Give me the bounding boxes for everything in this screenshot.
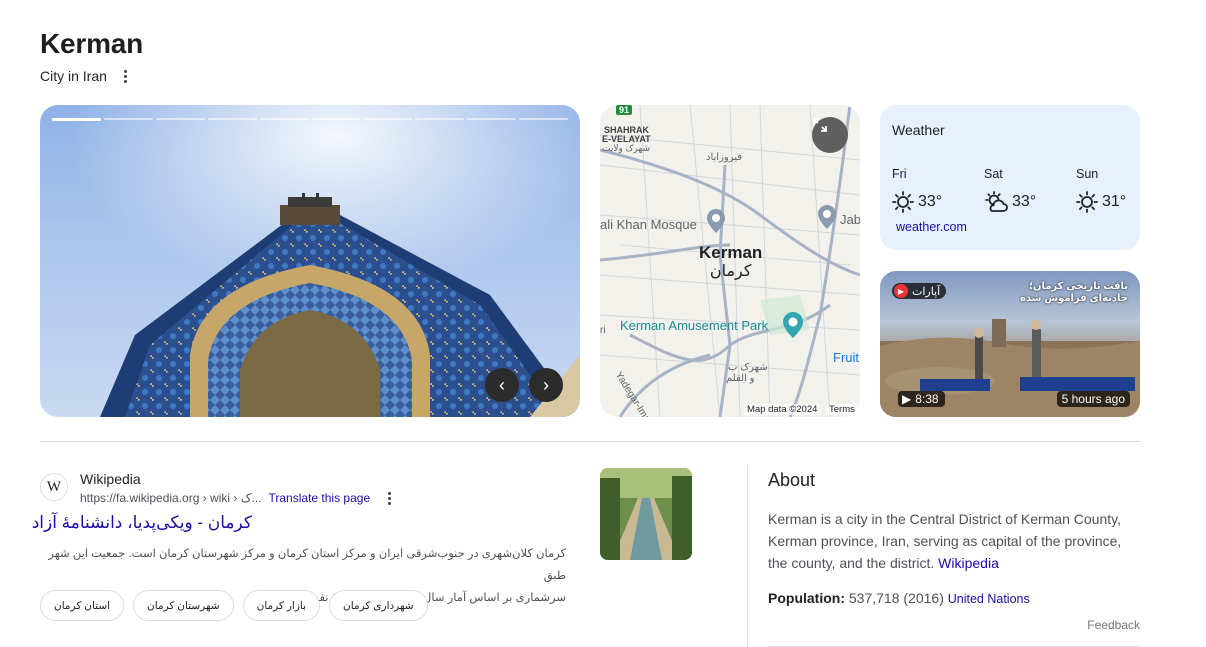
result-thumbnail[interactable] — [600, 468, 692, 560]
result-url[interactable]: https://fa.wikipedia.org › wiki › ک... — [80, 491, 262, 505]
weather-temp: 33° — [1012, 193, 1037, 210]
weather-fri: 33° — [892, 191, 942, 213]
weather-sun: 31° — [1076, 191, 1126, 213]
expand-icon — [813, 118, 827, 132]
population-source-link[interactable]: United Nations — [948, 592, 1030, 606]
video-source-badge: ▶ آپارات — [892, 283, 947, 299]
progress-segment — [467, 118, 517, 120]
more-options-icon[interactable] — [119, 68, 133, 84]
map-terms-link[interactable]: Terms — [826, 404, 858, 415]
map-label: شهرک ولایت — [602, 143, 651, 153]
video-duration: ▶ 8:38 — [898, 391, 945, 407]
hero-image-carousel[interactable]: ‹ › — [40, 105, 580, 417]
sun-icon — [892, 191, 914, 213]
progress-segment — [415, 118, 465, 120]
map-label: فیروزاباد — [706, 152, 743, 163]
video-card[interactable]: ▶ آپارات بافت تاریخی کرمان؛ جاذبه‌ای فرا… — [880, 271, 1140, 417]
progress-segment — [311, 118, 361, 120]
weather-title: Weather — [892, 122, 945, 138]
weather-day-sun: Sun — [1076, 167, 1099, 181]
entity-subtitle: City in Iran — [40, 68, 133, 84]
progress-segment — [259, 118, 309, 120]
video-source-name: آپارات — [912, 285, 941, 298]
result-source-name[interactable]: Wikipedia — [80, 471, 141, 487]
sun-icon — [1076, 191, 1098, 213]
map-poi-fruit: Fruit — [833, 350, 859, 365]
progress-segment — [103, 118, 153, 120]
park-pin-icon[interactable] — [783, 312, 803, 338]
map-poi-mosque[interactable]: ali Khan Mosque — [600, 217, 697, 232]
related-chips: استان کرمان شهرستان کرمان بازار کرمان شه… — [40, 590, 428, 621]
play-icon: ▶ — [902, 392, 912, 406]
map-label: و القلم — [726, 373, 755, 384]
about-title: About — [768, 470, 816, 490]
population-label: Population: — [768, 590, 845, 606]
weather-source-link[interactable]: weather.com — [896, 220, 967, 234]
weather-card[interactable]: Weather Fri 33° Sat 33° Sun 31° weather.… — [880, 105, 1140, 250]
map-poi-jab: Jab — [840, 212, 860, 227]
mosque-pin-icon[interactable] — [707, 209, 725, 233]
carousel-progress — [52, 118, 569, 121]
chip-municipality[interactable]: شهرداری کرمان — [329, 590, 428, 621]
more-options-icon[interactable] — [382, 490, 396, 506]
map-city-fa: کرمان — [709, 263, 752, 280]
progress-segment — [52, 118, 101, 121]
progress-segment — [519, 118, 569, 120]
map-city-label: Kerman کرمان — [699, 243, 762, 281]
progress-segment — [207, 118, 257, 120]
snippet-line: کرمان کلان‌شهری در جنوب‌شرقی ایران و مرک… — [48, 548, 566, 582]
entity-subtitle-text: City in Iran — [40, 68, 107, 84]
map-expand-button[interactable] — [812, 117, 848, 153]
result-title-link[interactable]: کرمان - ویکی‌پدیا، دانشنامهٔ آزاد — [32, 513, 252, 533]
feedback-link[interactable]: Feedback — [1087, 618, 1140, 632]
weather-day-fri: Fri — [892, 167, 907, 181]
video-duration-text: 8:38 — [915, 392, 939, 406]
wikipedia-favicon-icon[interactable]: W — [40, 473, 68, 501]
map-credit: Map data ©2024 — [744, 404, 821, 415]
chip-county[interactable]: شهرستان کرمان — [133, 590, 234, 621]
video-caption: بافت تاریخی کرمان؛ جاذبه‌ای فراموش شده — [1019, 281, 1128, 304]
section-divider — [40, 441, 1140, 442]
carousel-next-button[interactable]: › — [529, 368, 563, 402]
population-value: 537,718 (2016) — [848, 590, 944, 606]
weather-temp: 31° — [1102, 193, 1127, 210]
garden-image — [600, 468, 692, 560]
result-url-row: https://fa.wikipedia.org › wiki › ک... T… — [80, 490, 396, 506]
highway-shield: 91 — [616, 105, 633, 115]
about-description: Kerman is a city in the Central District… — [768, 508, 1138, 574]
column-divider — [747, 466, 748, 647]
chip-province[interactable]: استان کرمان — [40, 590, 125, 621]
chevron-right-icon: › — [543, 374, 549, 395]
location-pin-icon[interactable] — [818, 205, 836, 229]
about-wikipedia-link[interactable]: Wikipedia — [938, 555, 999, 571]
map-card[interactable]: 91 SHAHRAK E-VELAYAT شهرک ولایت فیروزابا… — [600, 105, 860, 417]
chip-bazaar[interactable]: بازار کرمان — [242, 590, 321, 621]
weather-day-sat: Sat — [984, 167, 1003, 181]
map-label: ri — [600, 325, 606, 336]
weather-sat: 33° — [984, 191, 1036, 213]
weather-temp: 33° — [918, 193, 943, 210]
map-city-en: Kerman — [699, 243, 763, 262]
map-poi-amusement-park[interactable]: Kerman Amusement Park — [620, 318, 768, 333]
aparat-icon: ▶ — [894, 284, 908, 298]
progress-segment — [363, 118, 413, 120]
video-age: 5 hours ago — [1056, 391, 1130, 407]
chevron-left-icon: ‹ — [499, 374, 505, 395]
map-label: شهرک ب — [728, 362, 768, 373]
carousel-prev-button[interactable]: ‹ — [485, 368, 519, 402]
population-row: Population: 537,718 (2016) United Nation… — [768, 590, 1030, 606]
progress-segment — [155, 118, 205, 120]
entity-title: Kerman — [40, 28, 144, 59]
partly-cloudy-icon — [985, 191, 1008, 212]
translate-page-link[interactable]: Translate this page — [269, 491, 371, 505]
